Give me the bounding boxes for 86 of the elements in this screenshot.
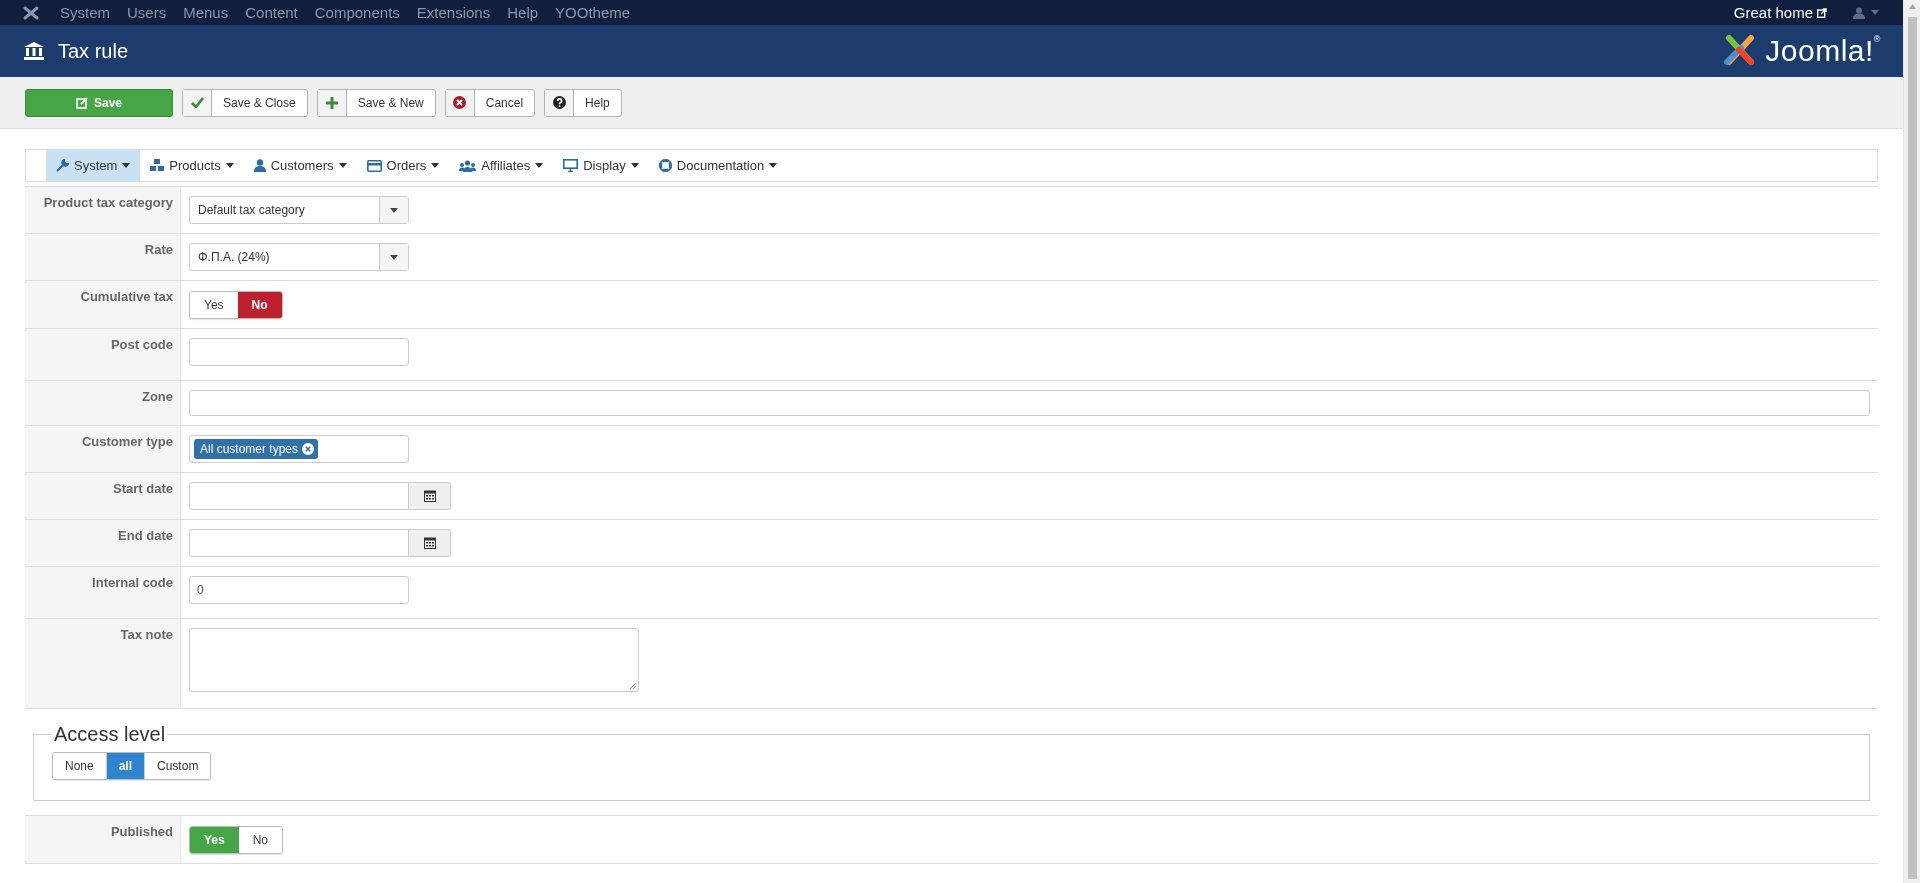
submenu-item[interactable]: Products [140,150,244,181]
access-option[interactable]: all [106,753,146,779]
calendar-button[interactable] [409,482,451,510]
section-title: Access level [53,723,167,746]
submenu-item[interactable]: System [46,150,141,181]
submenu-item[interactable]: Affiliates [449,150,554,181]
resize-grip-icon[interactable] [629,682,636,689]
field-label: Start date [25,473,181,519]
multiselect-input[interactable] [189,390,1870,416]
calendar-icon [423,537,436,549]
toolbar-button[interactable]: Save & Close [182,88,308,117]
user-icon [1853,6,1865,19]
checkmark-icon [190,97,204,108]
field-label: Zone [25,381,181,425]
select-dropdown[interactable]: Default tax category [189,196,409,224]
menu-item[interactable]: YOOtheme [555,4,631,21]
toggle-option[interactable]: No [237,292,282,318]
menu-item[interactable]: Menus [183,4,229,21]
scrollbar-thumb[interactable] [1907,17,1917,879]
access-option[interactable]: Custom [145,753,211,779]
field-label: Published [25,816,181,863]
cubes-icon [150,159,165,172]
menu-item[interactable]: Users [127,4,167,21]
submenu-item[interactable]: Display [553,150,649,181]
caret-icon [338,163,347,168]
access-option[interactable]: None [53,753,107,779]
caret-icon [390,207,398,213]
menu-item[interactable]: Help [507,4,539,21]
toggle-option[interactable]: No [238,827,283,853]
caret-icon [225,163,234,168]
edit-icon [76,96,88,109]
page-title: Tax rule [58,39,129,63]
wrench-icon [56,159,69,172]
text-input[interactable] [189,338,409,366]
date-input[interactable] [189,529,409,557]
field-label: Rate [25,234,181,280]
textarea[interactable] [189,628,639,692]
site-link[interactable]: Great home [1733,4,1813,21]
toolbar-button[interactable]: Help [544,88,622,117]
field-label: Internal code [25,567,181,618]
field-label: Post code [25,329,181,380]
field-label: Cumulative tax [25,281,181,328]
joomla-logo-icon[interactable] [22,4,40,21]
submenu-item[interactable]: Customers [243,150,357,181]
caret-icon [769,163,778,168]
user-icon [253,159,266,172]
field-label: End date [25,520,181,566]
cancel-icon [453,96,467,109]
caret-icon [390,254,398,260]
caret-icon [1871,10,1879,15]
select-dropdown[interactable]: Φ.Π.Α. (24%) [189,243,409,271]
caret-icon [122,163,131,168]
menu-item[interactable]: Extensions [416,4,491,21]
field-label: Tax note [25,619,181,708]
user-menu[interactable] [1853,6,1879,19]
text-input[interactable]: 0 [189,576,409,604]
bank-icon [24,42,44,60]
monitor-icon [563,159,579,172]
calendar-button[interactable] [409,529,451,557]
submenu-item[interactable]: Documentation [648,150,788,181]
submenu-item[interactable]: Orders [356,150,450,181]
external-link-icon [1817,7,1827,18]
lifebuoy-icon [658,159,672,172]
credit-card-icon [366,159,382,172]
menu-item[interactable]: System [60,4,110,21]
question-icon [552,96,566,109]
caret-icon [431,163,440,168]
logo-text: Joomla!$^{®}$ [1765,34,1881,68]
caret-icon [535,163,544,168]
toggle-option[interactable]: Yes [190,292,238,318]
toolbar-button[interactable]: Cancel [444,88,536,117]
menu-item[interactable]: Content [245,4,298,21]
users-icon [459,159,477,172]
remove-icon[interactable] [302,443,315,455]
field-label: Product tax category [25,187,181,233]
date-input[interactable] [189,482,409,510]
menu-item[interactable]: Components [314,4,400,21]
toolbar-button[interactable]: Save & New [316,88,436,117]
calendar-icon [423,490,436,502]
scrollbar[interactable] [1903,0,1920,883]
tag-input[interactable]: All customer types [189,435,409,463]
tag: All customer types [194,439,319,459]
field-label: Customer type [25,426,181,472]
plus-icon [325,96,338,109]
scroll-up-icon[interactable] [1908,4,1916,9]
caret-icon [630,163,639,168]
